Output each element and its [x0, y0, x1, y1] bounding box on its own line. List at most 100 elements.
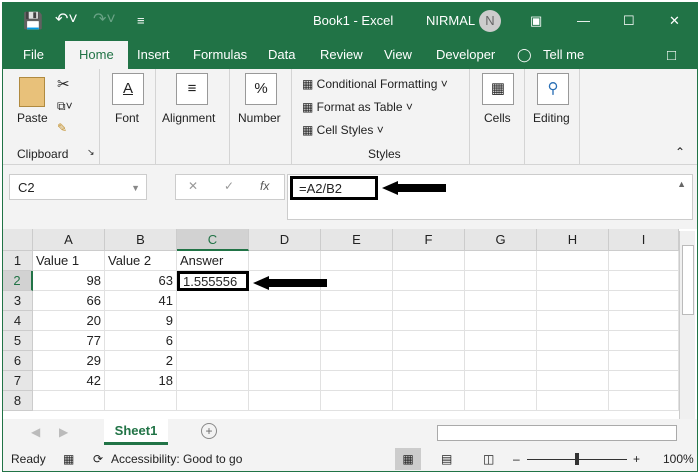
cell-h3[interactable]	[537, 291, 609, 311]
cell-a7[interactable]: 42	[33, 371, 105, 391]
next-sheet-icon[interactable]: ▶	[59, 425, 68, 439]
cell-d7[interactable]	[249, 371, 321, 391]
cell-d1[interactable]	[249, 251, 321, 271]
cell-e5[interactable]	[321, 331, 393, 351]
cell-h5[interactable]	[537, 331, 609, 351]
comments-icon[interactable]: □	[667, 47, 676, 64]
cancel-icon[interactable]: ✕	[188, 179, 198, 193]
format-painter-icon[interactable]: ✎	[57, 121, 67, 135]
cell-h8[interactable]	[537, 391, 609, 411]
cell-g5[interactable]	[465, 331, 537, 351]
cell-b8[interactable]	[105, 391, 177, 411]
cell-d6[interactable]	[249, 351, 321, 371]
undo-icon[interactable]: ↶˅	[55, 9, 78, 29]
zoom-in-icon[interactable]: +	[633, 452, 640, 466]
cell-f7[interactable]	[393, 371, 465, 391]
cell-i7[interactable]	[609, 371, 679, 391]
formula-input[interactable]: =A2/B2 ▲	[287, 174, 693, 220]
cell-a2[interactable]: 98	[33, 271, 105, 291]
redo-icon[interactable]: ↷˅	[93, 9, 116, 29]
cell-g1[interactable]	[465, 251, 537, 271]
tab-home[interactable]: Home	[65, 41, 128, 71]
cell-a5[interactable]: 77	[33, 331, 105, 351]
cells-group[interactable]: ▦ Cells	[470, 69, 525, 165]
tab-file[interactable]: File	[23, 47, 44, 62]
cell-d3[interactable]	[249, 291, 321, 311]
cell-h7[interactable]	[537, 371, 609, 391]
row-header-7[interactable]: 7	[3, 371, 33, 391]
cell-g4[interactable]	[465, 311, 537, 331]
scroll-thumb[interactable]	[682, 245, 694, 315]
worksheet-grid[interactable]: A B C D E F G H I 1 2 3 4 5 6 7 8 Value 1 Value 2 Answer 98 6…	[3, 229, 697, 419]
paste-icon[interactable]	[19, 77, 45, 107]
row-header-2[interactable]: 2	[3, 271, 33, 291]
tab-review[interactable]: Review	[320, 47, 363, 62]
column-header-h[interactable]: H	[537, 229, 609, 251]
cell-d5[interactable]	[249, 331, 321, 351]
accessibility-status[interactable]: Accessibility: Good to go	[111, 452, 242, 466]
customize-toolbar-icon[interactable]: ≡	[137, 13, 145, 28]
cell-c6[interactable]	[177, 351, 249, 371]
sheet-tab-sheet1[interactable]: Sheet1	[104, 419, 168, 445]
number-group[interactable]: % Number	[230, 69, 292, 165]
cell-c8[interactable]	[177, 391, 249, 411]
avatar[interactable]: N	[479, 10, 501, 32]
cell-i1[interactable]	[609, 251, 679, 271]
tab-insert[interactable]: Insert	[137, 47, 170, 62]
cell-i2[interactable]	[609, 271, 679, 291]
cell-c3[interactable]	[177, 291, 249, 311]
cell-h1[interactable]	[537, 251, 609, 271]
cell-styles-button[interactable]: ▦ Cell Styles ˅	[302, 123, 384, 137]
cell-h4[interactable]	[537, 311, 609, 331]
cell-f3[interactable]	[393, 291, 465, 311]
cell-f6[interactable]	[393, 351, 465, 371]
cell-e7[interactable]	[321, 371, 393, 391]
row-header-4[interactable]: 4	[3, 311, 33, 331]
column-header-a[interactable]: A	[33, 229, 105, 251]
cell-i4[interactable]	[609, 311, 679, 331]
page-break-icon[interactable]: ◫	[483, 452, 494, 466]
collapse-ribbon-icon[interactable]: ⌃	[675, 145, 685, 159]
cell-a6[interactable]: 29	[33, 351, 105, 371]
cell-i3[interactable]	[609, 291, 679, 311]
font-group[interactable]: A Font	[100, 69, 156, 165]
cell-c2[interactable]: 1.555556	[177, 271, 249, 291]
minimize-icon[interactable]: —	[577, 13, 590, 28]
cell-e4[interactable]	[321, 311, 393, 331]
cell-b2[interactable]: 63	[105, 271, 177, 291]
cell-e1[interactable]	[321, 251, 393, 271]
dialog-launcher-icon[interactable]: ↘	[87, 147, 95, 158]
cell-f5[interactable]	[393, 331, 465, 351]
cell-c4[interactable]	[177, 311, 249, 331]
cell-d8[interactable]	[249, 391, 321, 411]
ribbon-display-icon[interactable]: ▣	[530, 13, 542, 29]
cell-i6[interactable]	[609, 351, 679, 371]
page-layout-icon[interactable]: ▤	[441, 452, 452, 466]
cell-c7[interactable]	[177, 371, 249, 391]
cell-g6[interactable]	[465, 351, 537, 371]
normal-view-icon[interactable]: ▦	[395, 448, 421, 470]
column-header-b[interactable]: B	[105, 229, 177, 251]
row-header-8[interactable]: 8	[3, 391, 33, 411]
tab-developer[interactable]: Developer	[436, 47, 495, 62]
save-icon[interactable]: 💾	[23, 11, 43, 31]
cell-g2[interactable]	[465, 271, 537, 291]
insert-function-icon[interactable]: fx	[260, 179, 269, 193]
cell-e2[interactable]	[321, 271, 393, 291]
select-all-button[interactable]	[3, 229, 33, 251]
alignment-group[interactable]: ≡ Alignment	[156, 69, 230, 165]
add-sheet-icon[interactable]: +	[201, 423, 217, 439]
format-as-table-button[interactable]: ▦ Format as Table ˅	[302, 100, 413, 114]
cell-b3[interactable]: 41	[105, 291, 177, 311]
user-name[interactable]: NIRMAL	[426, 13, 475, 28]
cell-b1[interactable]: Value 2	[105, 251, 177, 271]
paste-button[interactable]: Paste	[17, 111, 48, 125]
cell-b4[interactable]: 9	[105, 311, 177, 331]
chevron-down-icon[interactable]: ▼	[131, 183, 140, 193]
cell-f4[interactable]	[393, 311, 465, 331]
copy-icon[interactable]: ⧉˅	[57, 99, 73, 114]
zoom-slider[interactable]	[527, 453, 627, 465]
cell-d4[interactable]	[249, 311, 321, 331]
macro-icon[interactable]: ▦	[63, 452, 74, 466]
expand-formula-icon[interactable]: ▲	[677, 179, 686, 189]
